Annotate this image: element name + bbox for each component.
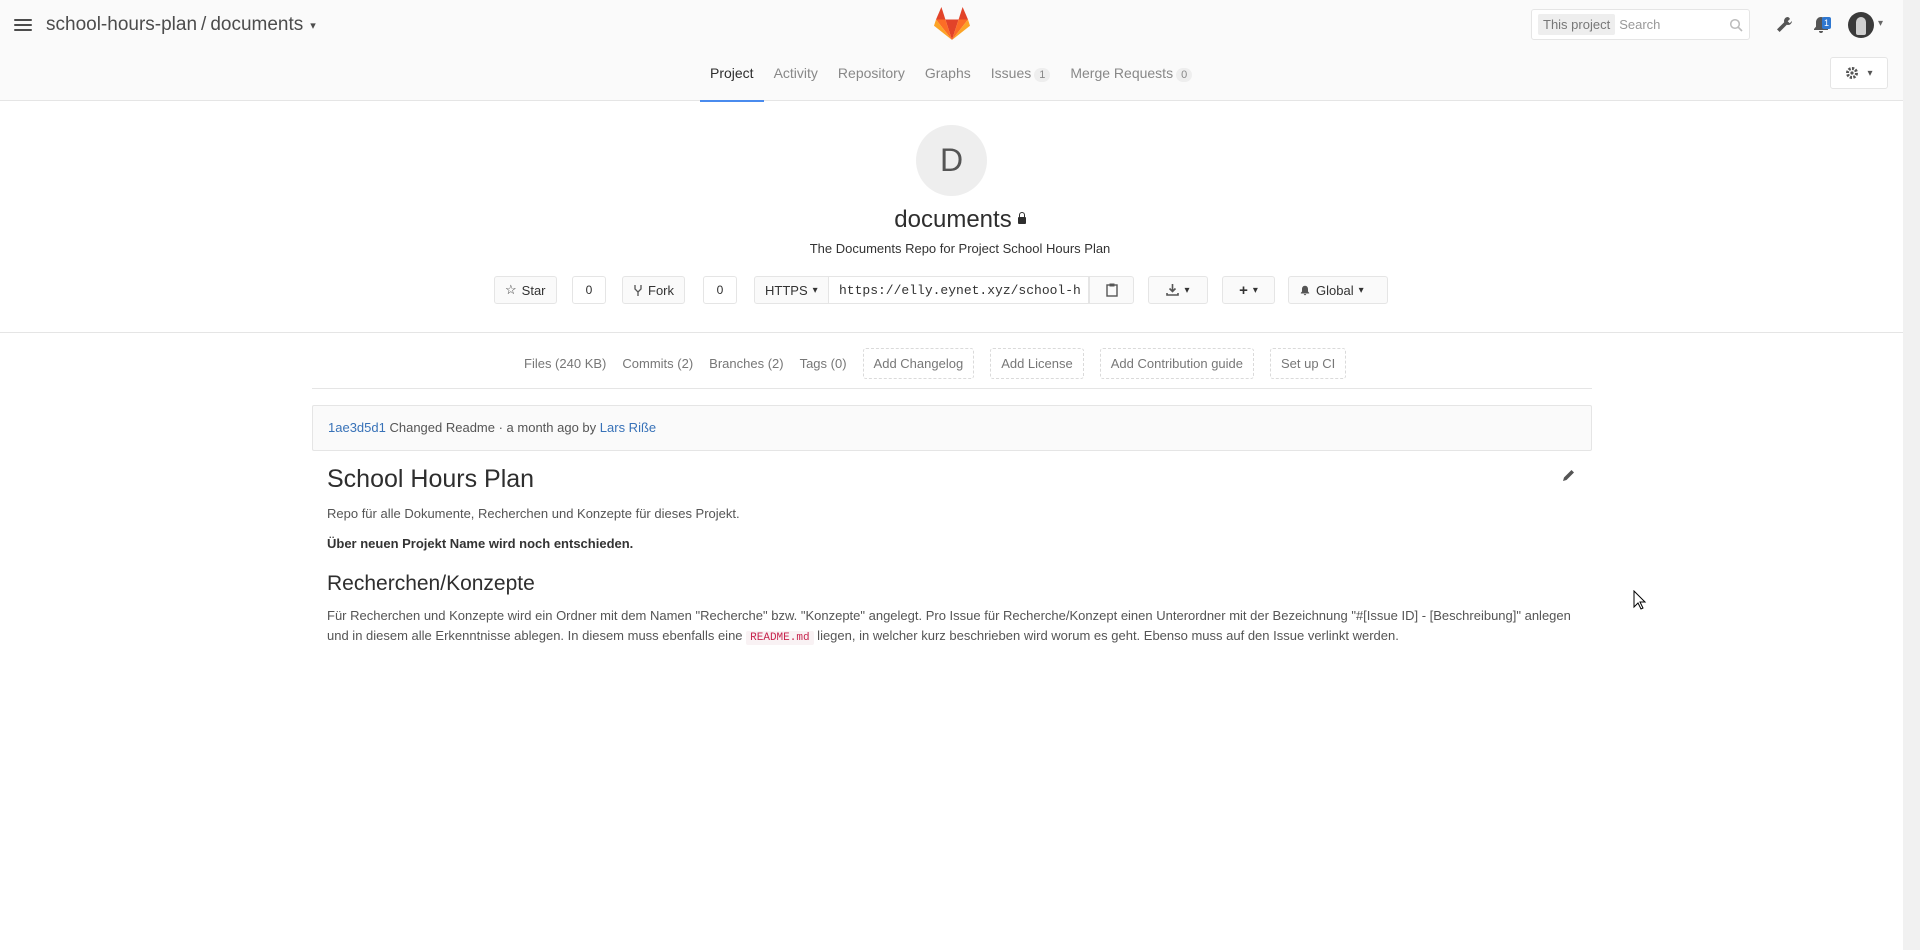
star-icon: ☆ bbox=[505, 282, 517, 297]
commit-message: Changed Readme · a month ago by bbox=[389, 420, 597, 435]
commit-sha-link[interactable]: 1ae3d5d1 bbox=[328, 420, 386, 435]
clone-protocol-dropdown[interactable]: HTTPS ▾ bbox=[754, 276, 829, 304]
star-count[interactable]: 0 bbox=[572, 276, 606, 304]
search-icon bbox=[1729, 18, 1743, 32]
project-description: The Documents Repo for Project School Ho… bbox=[809, 241, 1111, 256]
breadcrumb-project[interactable]: documents bbox=[210, 14, 303, 36]
top-header: school-hours-plan / documents ▾ This pro… bbox=[0, 0, 1920, 102]
breadcrumb: school-hours-plan / documents ▾ bbox=[46, 14, 316, 36]
chevron-down-icon[interactable]: ▾ bbox=[310, 19, 316, 32]
project-stats-bar: Files (240 KB) Commits (2) Branches (2) … bbox=[312, 342, 1592, 389]
download-dropdown[interactable]: ▾ bbox=[1148, 276, 1208, 304]
project-avatar: D bbox=[916, 125, 987, 196]
add-new-dropdown[interactable]: + ▾ bbox=[1222, 276, 1275, 304]
plus-icon: + bbox=[1239, 281, 1248, 299]
commit-author-link[interactable]: Lars Riße bbox=[600, 420, 656, 435]
fork-count[interactable]: 0 bbox=[703, 276, 737, 304]
tab-repository[interactable]: Repository bbox=[828, 52, 915, 100]
mouse-cursor-icon bbox=[1633, 590, 1647, 610]
setup-ci-button[interactable]: Set up CI bbox=[1270, 348, 1347, 379]
chevron-down-icon: ▾ bbox=[1184, 284, 1190, 296]
tab-project[interactable]: Project bbox=[700, 52, 764, 102]
tab-graphs[interactable]: Graphs bbox=[915, 52, 981, 100]
lock-icon bbox=[1017, 212, 1026, 225]
chevron-down-icon: ▾ bbox=[1252, 284, 1258, 296]
search-input[interactable]: Search bbox=[1619, 17, 1729, 32]
wrench-icon[interactable] bbox=[1774, 15, 1794, 35]
notification-badge: 1 bbox=[1822, 17, 1832, 29]
readme-heading: School Hours Plan bbox=[327, 465, 535, 493]
project-home-panel: D documents The Documents Repo for Proje… bbox=[0, 101, 1920, 333]
last-commit-bar: 1ae3d5d1 Changed Readme · a month ago by… bbox=[312, 405, 1592, 451]
user-avatar[interactable] bbox=[1848, 12, 1874, 38]
breadcrumb-separator: / bbox=[201, 14, 207, 35]
page-scrollbar[interactable] bbox=[1903, 0, 1920, 950]
commits-link[interactable]: Commits (2) bbox=[622, 356, 693, 371]
merge-requests-count: 0 bbox=[1176, 68, 1193, 82]
readme-paragraph: Repo für alle Dokumente, Recherchen und … bbox=[327, 506, 740, 521]
tab-activity[interactable]: Activity bbox=[764, 52, 828, 100]
clone-url-input[interactable]: https://elly.eynet.xyz/school-h bbox=[829, 276, 1089, 304]
readme-paragraph-details: Für Recherchen und Konzepte wird ein Ord… bbox=[327, 608, 1571, 645]
add-contribution-guide-button[interactable]: Add Contribution guide bbox=[1099, 348, 1255, 379]
readme-bold-note: Über neuen Projekt Name wird noch entsch… bbox=[327, 536, 634, 551]
fork-icon bbox=[634, 284, 642, 296]
gitlab-logo-icon[interactable] bbox=[934, 7, 970, 41]
tags-link[interactable]: Tags (0) bbox=[800, 356, 847, 371]
files-link[interactable]: Files (240 KB) bbox=[524, 356, 606, 371]
search-scope: This project bbox=[1538, 14, 1616, 35]
inline-code: README.md bbox=[746, 631, 814, 645]
menu-icon[interactable] bbox=[14, 16, 32, 32]
project-nav: Project Activity Repository Graphs Issue… bbox=[0, 52, 1920, 102]
issues-count: 1 bbox=[1034, 68, 1051, 82]
chevron-down-icon: ▾ bbox=[1867, 67, 1873, 79]
tab-issues[interactable]: Issues 1 bbox=[981, 52, 1061, 100]
readme-subheading: Recherchen/Konzepte bbox=[327, 572, 535, 595]
project-title: documents bbox=[0, 206, 1920, 234]
download-icon bbox=[1166, 284, 1180, 296]
clipboard-icon bbox=[1105, 283, 1118, 297]
tab-merge-requests[interactable]: Merge Requests 0 bbox=[1060, 52, 1202, 100]
chevron-down-icon: ▾ bbox=[1358, 284, 1364, 296]
gear-icon bbox=[1846, 67, 1859, 79]
chevron-down-icon[interactable]: ▾ bbox=[1878, 18, 1883, 29]
fork-button[interactable]: Fork bbox=[622, 276, 685, 304]
add-changelog-button[interactable]: Add Changelog bbox=[862, 348, 975, 379]
branches-link[interactable]: Branches (2) bbox=[709, 356, 783, 371]
breadcrumb-group[interactable]: school-hours-plan bbox=[46, 14, 197, 36]
search-box[interactable]: This project Search bbox=[1531, 9, 1750, 40]
readme-content: School Hours Plan Repo für alle Dokument… bbox=[327, 465, 1577, 658]
notification-level-dropdown[interactable]: Global ▾ bbox=[1288, 276, 1388, 304]
chevron-down-icon: ▾ bbox=[812, 284, 818, 296]
add-license-button[interactable]: Add License bbox=[990, 348, 1084, 379]
copy-url-button[interactable] bbox=[1089, 276, 1134, 304]
star-button[interactable]: ☆ Star bbox=[494, 276, 557, 304]
bell-icon bbox=[1300, 285, 1310, 295]
project-settings-button[interactable]: ▾ bbox=[1830, 57, 1888, 89]
